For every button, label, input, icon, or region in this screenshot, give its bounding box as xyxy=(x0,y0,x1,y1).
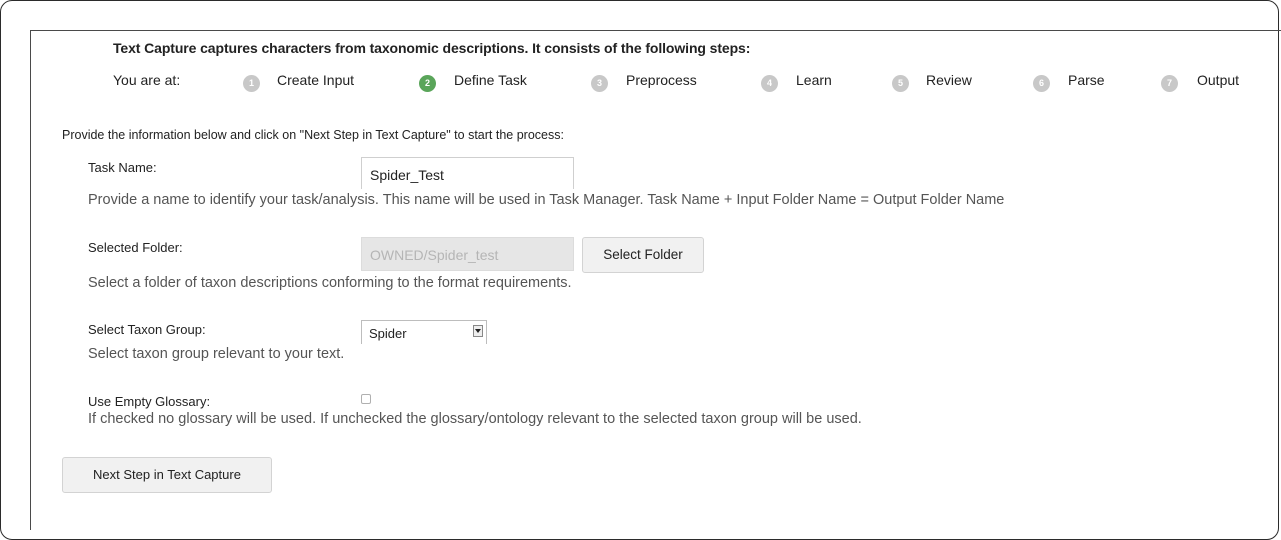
step-number-icon: 6 xyxy=(1033,75,1050,92)
selected-folder-field: OWNED/Spider_test xyxy=(361,237,574,271)
taxon-group-label: Select Taxon Group: xyxy=(88,322,206,337)
next-step-button[interactable]: Next Step in Text Capture xyxy=(62,457,272,493)
step-label: Preprocess xyxy=(626,72,697,88)
step-number-icon: 5 xyxy=(892,75,909,92)
selected-folder-value: OWNED/Spider_test xyxy=(370,247,499,263)
task-name-help: Provide a name to identify your task/ana… xyxy=(88,192,1005,208)
step-label: Output xyxy=(1197,72,1240,88)
progress-steps: You are at: 1 Create Input 2 Define Task… xyxy=(0,70,1281,94)
instructions-text: Provide the information below and click … xyxy=(62,128,564,142)
taxon-group-select[interactable]: Spider xyxy=(361,320,487,344)
empty-glossary-help: If checked no glossary will be used. If … xyxy=(88,411,862,427)
step-label: Parse xyxy=(1068,72,1105,88)
step-number-icon: 4 xyxy=(761,75,778,92)
task-name-value: Spider_Test xyxy=(370,167,444,183)
intro-text: Text Capture captures characters from ta… xyxy=(113,40,751,56)
step-number-icon: 7 xyxy=(1161,75,1178,92)
task-name-input[interactable]: Spider_Test xyxy=(361,157,574,189)
step-number-icon: 1 xyxy=(243,75,260,92)
taxon-group-value: Spider xyxy=(369,326,407,341)
empty-glossary-checkbox[interactable] xyxy=(361,394,371,404)
step-label: Learn xyxy=(796,72,832,88)
step-number-icon: 3 xyxy=(591,75,608,92)
select-folder-button[interactable]: Select Folder xyxy=(582,237,704,273)
selected-folder-help: Select a folder of taxon descriptions co… xyxy=(88,275,572,291)
empty-glossary-label: Use Empty Glossary: xyxy=(88,394,211,409)
you-are-at-label: You are at: xyxy=(113,72,181,88)
step-number-icon: 2 xyxy=(419,75,436,92)
task-name-label: Task Name: xyxy=(88,160,157,175)
step-label: Define Task xyxy=(454,72,527,88)
taxon-group-help: Select taxon group relevant to your text… xyxy=(88,346,345,362)
dropdown-arrow-icon xyxy=(473,325,483,337)
step-label: Review xyxy=(926,72,972,88)
step-label: Create Input xyxy=(277,72,355,88)
selected-folder-label: Selected Folder: xyxy=(88,240,183,255)
